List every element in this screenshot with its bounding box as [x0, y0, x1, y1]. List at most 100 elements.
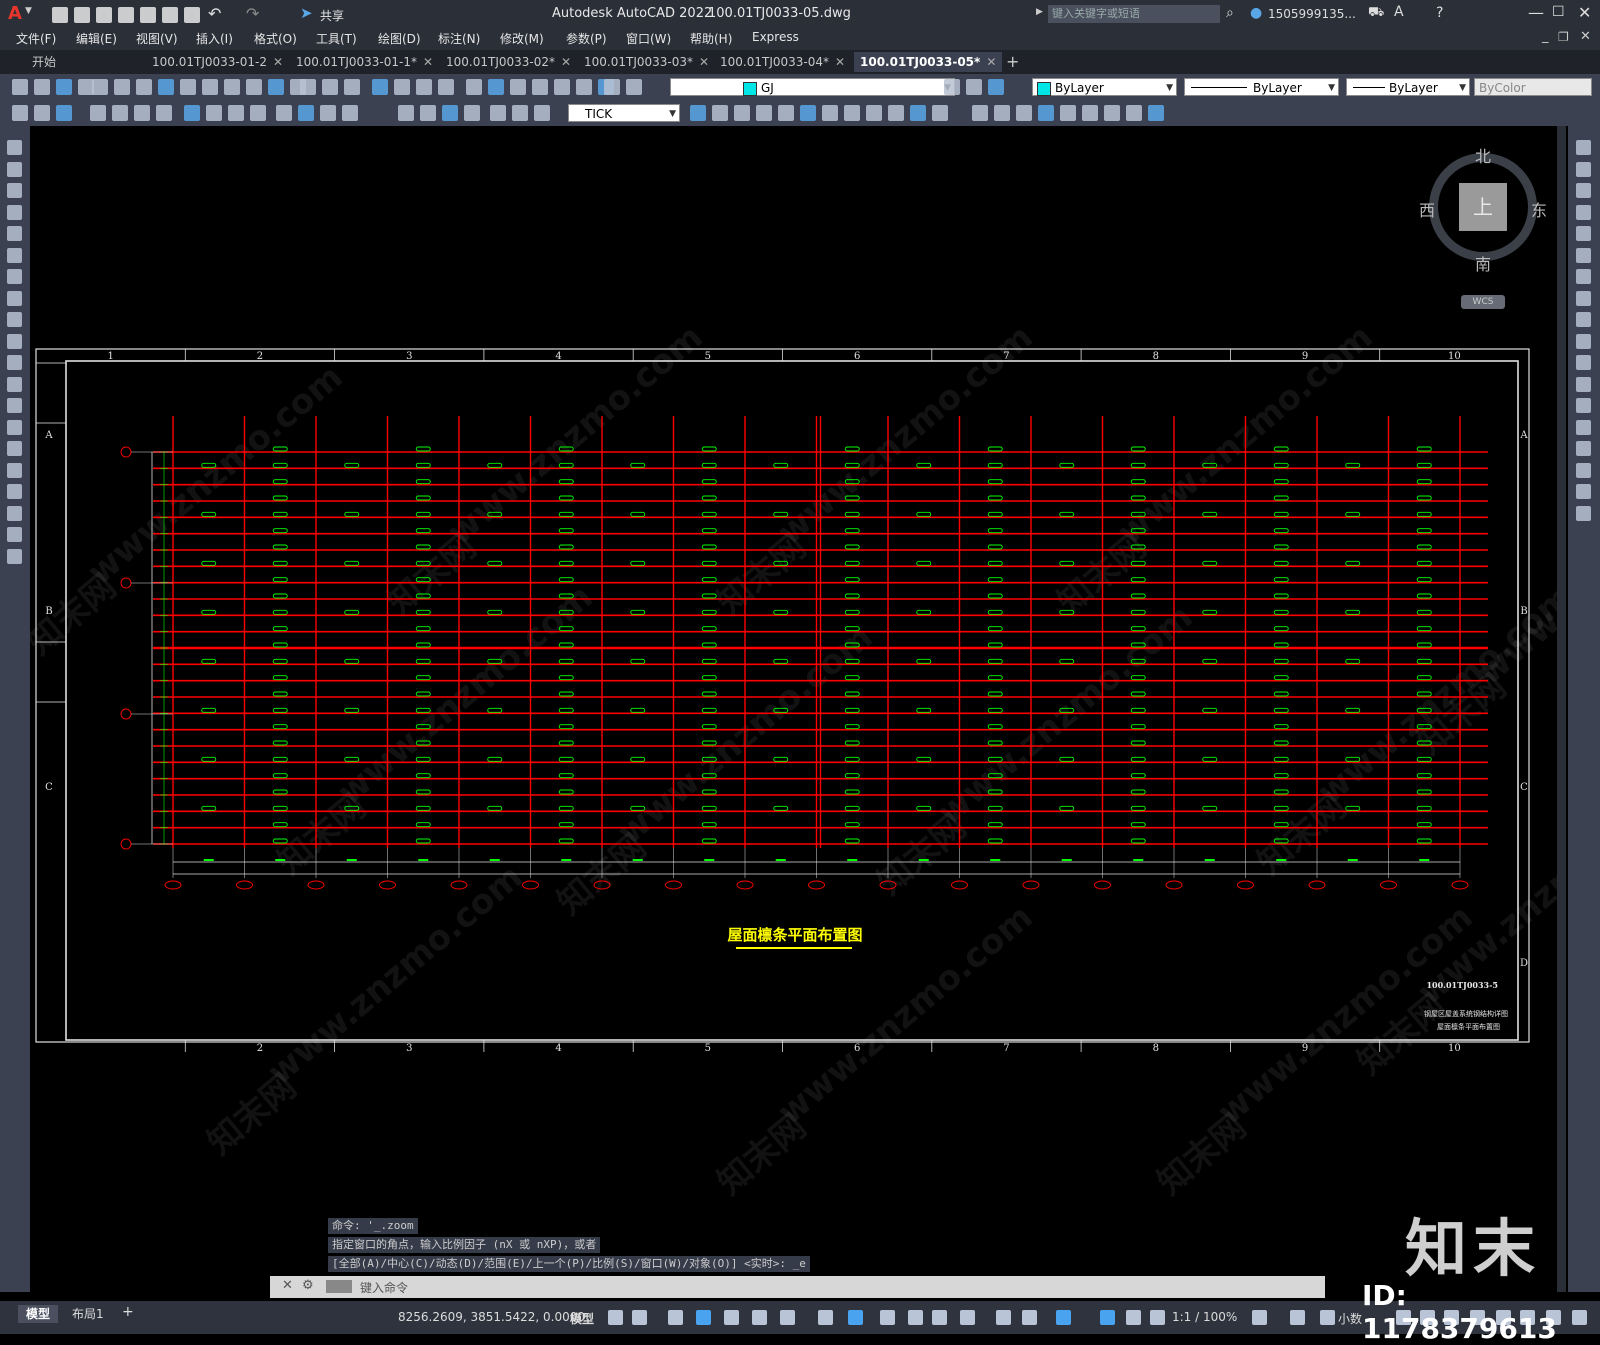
modify-tool-icon[interactable] [56, 105, 72, 121]
modify-tool-icon[interactable] [276, 105, 292, 121]
draw-tool-icon[interactable] [7, 161, 22, 177]
modify-tool-icon[interactable] [1576, 226, 1591, 241]
tab-file-0[interactable]: 开始 [26, 52, 62, 72]
draw-tool-icon[interactable] [7, 140, 22, 155]
standard-tool-icon[interactable] [56, 79, 72, 95]
tab-close-icon[interactable]: ✕ [561, 55, 571, 69]
status-toggle-icon[interactable] [848, 1310, 863, 1325]
tab-file-2[interactable]: 100.01TJ0033-01-1* ✕ [290, 52, 439, 72]
standard-tool-icon[interactable] [944, 79, 960, 95]
search-icon[interactable]: ⌕ [1226, 5, 1234, 21]
standard-tool-icon[interactable] [576, 79, 592, 95]
doc-close-icon[interactable]: ✕ [1580, 29, 1591, 44]
status-toggle-icon[interactable] [1100, 1310, 1115, 1325]
draw-tool-icon[interactable] [7, 527, 22, 542]
menu-item-11[interactable]: 帮助(H) [690, 30, 732, 47]
minimize-icon[interactable]: — [1528, 3, 1544, 22]
modify-tool-icon[interactable] [298, 105, 314, 121]
status-toggle-icon[interactable] [1150, 1310, 1165, 1325]
save-to-web-icon[interactable] [162, 7, 178, 23]
modify-tool-icon[interactable] [910, 105, 926, 121]
maximize-icon[interactable]: ☐ [1552, 4, 1565, 20]
modify-tool-icon[interactable] [1576, 419, 1591, 435]
open-file-icon[interactable] [74, 7, 90, 23]
draw-tool-icon[interactable] [7, 484, 22, 499]
search-input[interactable]: 键入关键字或短语 [1048, 5, 1220, 23]
modify-tool-icon[interactable] [1576, 441, 1591, 456]
modify-tool-icon[interactable] [134, 105, 150, 121]
draw-tool-icon[interactable] [7, 290, 22, 306]
cursor-coordinates[interactable]: 8256.2609, 3851.5422, 0.0000 [398, 1310, 585, 1324]
user-name[interactable]: 1505999135... [1268, 7, 1356, 21]
share-icon[interactable]: ➤ [300, 4, 313, 22]
modify-tool-icon[interactable] [690, 105, 706, 121]
modify-tool-icon[interactable] [420, 105, 436, 121]
redo-icon[interactable]: ↷ [246, 4, 259, 23]
tab-file-6[interactable]: 100.01TJ0033-05* ✕ [854, 52, 1003, 72]
tab-close-icon[interactable]: ✕ [273, 55, 283, 69]
compass-east[interactable]: 东 [1531, 197, 1547, 221]
status-toggle-icon[interactable] [752, 1310, 767, 1325]
draw-tool-icon[interactable] [7, 183, 22, 198]
standard-tool-icon[interactable] [300, 79, 316, 95]
modify-tool-icon[interactable] [1576, 204, 1591, 220]
open-from-web-icon[interactable] [140, 7, 156, 23]
modify-tool-icon[interactable] [972, 105, 988, 121]
status-toggle-icon[interactable] [880, 1310, 895, 1325]
modify-tool-icon[interactable] [1082, 105, 1098, 121]
status-toggle-icon[interactable] [1252, 1310, 1267, 1325]
new-tab-icon[interactable]: + [1006, 52, 1019, 71]
modify-tool-icon[interactable] [342, 105, 358, 121]
standard-tool-icon[interactable] [466, 79, 482, 95]
standard-tool-icon[interactable] [438, 79, 454, 95]
status-toggle-icon[interactable] [818, 1310, 833, 1325]
modify-tool-icon[interactable] [1576, 355, 1591, 370]
menu-item-9[interactable]: 参数(P) [566, 30, 607, 47]
vertical-scrollbar[interactable] [1557, 126, 1566, 1292]
wcs-menu[interactable]: WCS [1461, 295, 1505, 309]
modify-tool-icon[interactable] [490, 105, 506, 121]
status-toggle-icon[interactable] [1320, 1310, 1335, 1325]
status-toggle-icon[interactable] [1290, 1310, 1305, 1325]
standard-tool-icon[interactable] [246, 79, 262, 95]
autodesk-app-icon[interactable]: A [1394, 4, 1404, 20]
annotation-scale[interactable]: 1:1 / 100% [1172, 1310, 1237, 1324]
status-toggle-icon[interactable] [960, 1310, 975, 1325]
status-toggle-icon[interactable] [1126, 1310, 1141, 1325]
command-prompt-icon[interactable] [326, 1280, 352, 1293]
linetype-dropdown[interactable]: ByLayer ▼ [1184, 78, 1339, 96]
compass-north[interactable]: 北 [1475, 143, 1491, 167]
modify-tool-icon[interactable] [1104, 105, 1120, 121]
modify-tool-icon[interactable] [1576, 290, 1591, 306]
modify-tool-icon[interactable] [994, 105, 1010, 121]
modify-tool-icon[interactable] [1576, 333, 1591, 349]
modify-tool-icon[interactable] [534, 105, 550, 121]
app-menu-chevron-icon[interactable]: ▼ [25, 6, 32, 16]
draw-tool-icon[interactable] [7, 355, 22, 370]
modify-tool-icon[interactable] [844, 105, 860, 121]
tab-model[interactable]: 模型 [18, 1305, 59, 1323]
modify-tool-icon[interactable] [1576, 312, 1591, 327]
standard-tool-icon[interactable] [394, 79, 410, 95]
app-logo[interactable]: A [8, 3, 22, 24]
command-line[interactable]: ✕ ⚙ 键入命令 [270, 1276, 1325, 1298]
draw-tool-icon[interactable] [7, 312, 22, 327]
menu-item-7[interactable]: 标注(N) [438, 30, 480, 47]
standard-tool-icon[interactable] [268, 79, 284, 95]
standard-tool-icon[interactable] [34, 79, 50, 95]
draw-tool-icon[interactable] [7, 226, 22, 241]
tab-layout1[interactable]: 布局1 [64, 1305, 112, 1323]
draw-tool-icon[interactable] [7, 376, 22, 392]
draw-tool-icon[interactable] [7, 204, 22, 220]
status-toggle-icon[interactable] [608, 1310, 623, 1325]
modify-tool-icon[interactable] [1576, 140, 1591, 155]
cart-icon[interactable]: ⛟ [1368, 5, 1384, 22]
status-toggle-icon[interactable] [724, 1310, 739, 1325]
modify-tool-icon[interactable] [228, 105, 244, 121]
draw-tool-icon[interactable] [7, 548, 22, 564]
doc-minimize-icon[interactable]: _ [1542, 29, 1549, 44]
modify-tool-icon[interactable] [156, 105, 172, 121]
modify-tool-icon[interactable] [184, 105, 200, 121]
plotstyle-dropdown[interactable]: ByColor [1474, 78, 1592, 96]
modify-tool-icon[interactable] [12, 105, 28, 121]
